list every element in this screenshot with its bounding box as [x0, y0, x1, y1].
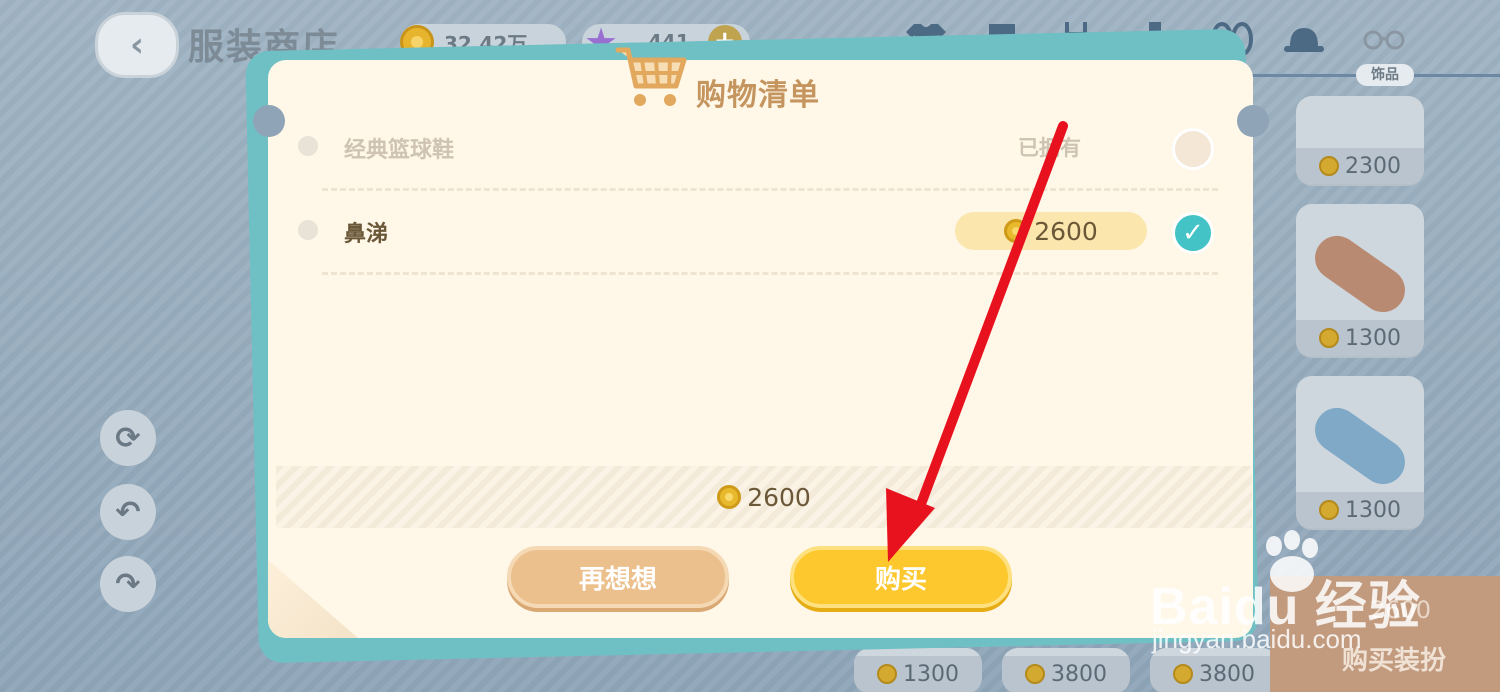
undo-button[interactable]: ↶ [100, 484, 156, 540]
glasses-icon[interactable] [1362, 20, 1406, 58]
item-name: 鼻涕 [344, 222, 389, 247]
item-checkbox[interactable] [1172, 128, 1214, 170]
item-price-value: 1300 [1345, 497, 1401, 523]
bullet-dot [298, 136, 318, 156]
list-item: 经典篮球鞋 已拥有 [298, 106, 1218, 191]
undo-icon: ↶ [115, 494, 141, 530]
bullet-dot [298, 220, 318, 240]
item-price-value: 3800 [1051, 661, 1107, 687]
coin-icon [717, 485, 742, 509]
item-price-value: 2600 [1034, 216, 1098, 246]
item-price-value: 1300 [1345, 325, 1401, 351]
item-price: 1300 [1296, 492, 1424, 528]
rotate-icon: ⟳ [115, 420, 141, 456]
back-button[interactable]: ‹ [95, 12, 179, 78]
reconsider-button[interactable]: 再想想 [507, 546, 729, 608]
item-name: 经典篮球鞋 [344, 138, 455, 163]
item-checkbox-checked[interactable]: ✓ [1172, 212, 1214, 254]
coin-icon [1319, 500, 1339, 520]
redo-icon: ↷ [115, 566, 141, 602]
item-price: 3800 [1002, 656, 1130, 692]
shop-item-card[interactable]: 1300 [854, 648, 982, 692]
shop-item-card[interactable]: 1300 [1296, 204, 1424, 356]
ticket-notch-right [1237, 105, 1269, 137]
chevron-left-icon: ‹ [129, 25, 144, 65]
coin-icon [1319, 328, 1339, 348]
redo-button[interactable]: ↷ [100, 556, 156, 612]
reconsider-label: 再想想 [578, 564, 657, 595]
item-price-value: 2300 [1345, 153, 1401, 179]
rotate-button[interactable]: ⟳ [100, 410, 156, 466]
coin-icon [1319, 156, 1339, 176]
ticket-notch-left [253, 105, 285, 137]
category-label-accessories[interactable]: 饰品 [1356, 64, 1414, 86]
coin-icon [1004, 219, 1029, 243]
hat-icon[interactable] [1282, 20, 1326, 58]
watermark-site: jingyan.baidu.com [1152, 624, 1362, 654]
bandage-blue-image [1306, 399, 1414, 493]
item-price: 2600 [955, 212, 1147, 250]
shopping-cart-icon [615, 47, 687, 106]
shop-item-card[interactable]: 1300 [1296, 376, 1424, 528]
shop-item-card[interactable]: 3800 [1002, 648, 1130, 692]
shop-item-card[interactable]: 2300 [1296, 96, 1424, 184]
baidu-watermark: Baidu 经验 jingyan.baidu.com [1150, 528, 1450, 678]
buy-button[interactable]: 购买 [790, 546, 1012, 608]
checkmark-icon: ✓ [1182, 218, 1204, 248]
item-price: 1300 [1296, 320, 1424, 356]
buy-label: 购买 [874, 564, 927, 595]
coin-icon [877, 664, 897, 684]
item-price: 1300 [854, 656, 982, 692]
owned-status: 已拥有 [1018, 136, 1081, 160]
bandage-brown-image [1306, 227, 1414, 321]
item-price: 2300 [1296, 148, 1424, 184]
item-price-value: 1300 [903, 661, 959, 687]
list-item: 鼻涕 2600 ✓ [298, 190, 1218, 275]
coin-icon [1025, 664, 1045, 684]
total-value: 2600 [747, 482, 811, 512]
total-bar: 2600 [276, 466, 1252, 528]
